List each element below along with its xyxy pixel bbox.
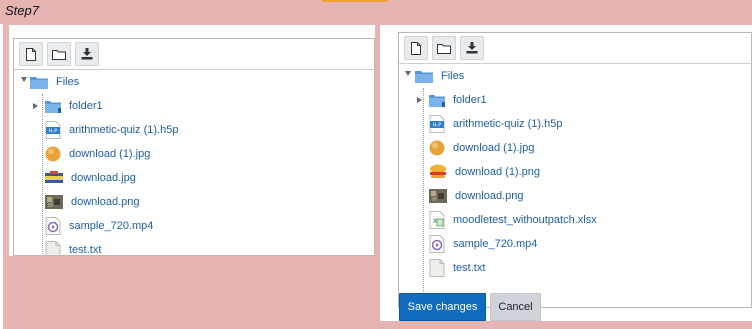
- tree-item-file[interactable]: download.png: [429, 186, 524, 206]
- svg-text:H-P: H-P: [49, 129, 58, 135]
- add-file-icon: [26, 47, 36, 61]
- image-thumbnail-icon: [45, 171, 63, 183]
- collapse-root-toggle[interactable]: [405, 71, 411, 76]
- tree-item-label: folder1: [69, 100, 103, 112]
- file-tree: Files folder1 H-P arithmetic-quiz (1).h5…: [398, 64, 752, 308]
- tree-item-label: test.txt: [453, 262, 486, 274]
- tree-item-label: download.png: [71, 196, 140, 208]
- video-file-icon: [45, 217, 61, 235]
- left-edge-strip: [0, 24, 3, 329]
- folder-open-icon: [415, 71, 433, 83]
- tree-item-file[interactable]: sample_720.mp4: [45, 216, 153, 236]
- tree-item-file[interactable]: download.jpg: [45, 168, 136, 188]
- tree-item-label: test.txt: [69, 244, 102, 256]
- tree-item-file[interactable]: test.txt: [429, 258, 485, 278]
- tree-item-label: download.jpg: [71, 172, 136, 184]
- tree-item-label: download (1).png: [455, 166, 541, 178]
- svg-text:H-P: H-P: [433, 123, 442, 129]
- tree-item-label: moodletest_withoutpatch.xlsx: [453, 214, 597, 226]
- folder-open-icon: [30, 77, 48, 89]
- tree-guide-line: [42, 94, 43, 254]
- tree-root-label: Files: [441, 70, 465, 82]
- tree-item-file[interactable]: download.png: [45, 192, 140, 212]
- download-all-button[interactable]: [75, 42, 99, 66]
- tree-item-folder[interactable]: folder1: [33, 96, 103, 116]
- tree-item-file[interactable]: H-P arithmetic-quiz (1).h5p: [45, 120, 178, 140]
- tree-item-file[interactable]: x moodletest_withoutpatch.xlsx: [429, 210, 597, 230]
- cancel-button[interactable]: Cancel: [490, 293, 541, 321]
- save-changes-button[interactable]: Save changes: [399, 293, 486, 321]
- image-thumbnail-icon: [45, 195, 63, 209]
- burger-image-icon: [430, 164, 446, 178]
- file-manager-toolbar: [398, 32, 752, 64]
- expand-folder-toggle[interactable]: [33, 103, 38, 109]
- tree-root-label: Files: [56, 76, 80, 88]
- file-manager-left: Files folder1 H-P arithmetic-quiz (1).h5…: [9, 25, 375, 256]
- h5p-file-icon: H-P: [45, 121, 61, 139]
- create-folder-button[interactable]: [432, 36, 456, 60]
- create-folder-icon: [52, 49, 66, 60]
- top-accent-bar: [322, 0, 388, 2]
- collapse-root-toggle[interactable]: [21, 77, 27, 82]
- tree-item-label: download.png: [455, 190, 524, 202]
- text-file-icon: [45, 241, 61, 255]
- orange-image-icon: [429, 140, 445, 156]
- tree-root-files[interactable]: Files: [415, 66, 464, 86]
- tree-item-file[interactable]: test.txt: [45, 240, 102, 256]
- h5p-file-icon: H-P: [429, 115, 445, 133]
- text-file-icon: [429, 259, 445, 277]
- tree-item-label: arithmetic-quiz (1).h5p: [69, 124, 179, 136]
- tree-item-file[interactable]: download (1).jpg: [429, 138, 534, 158]
- orange-image-icon: [45, 146, 61, 162]
- file-tree: Files folder1 H-P arithmetic-quiz (1).h5…: [13, 70, 375, 256]
- create-folder-icon: [437, 43, 451, 54]
- add-file-icon: [411, 41, 421, 55]
- add-file-button[interactable]: [19, 42, 43, 66]
- file-manager-right: Files folder1 H-P arithmetic-quiz (1).h5…: [380, 25, 752, 321]
- step-label: Step7: [5, 3, 39, 18]
- folder-icon: [429, 95, 445, 107]
- add-file-button[interactable]: [404, 36, 428, 60]
- spreadsheet-file-icon: x: [429, 211, 445, 229]
- tree-item-label: sample_720.mp4: [69, 220, 154, 232]
- create-folder-button[interactable]: [47, 42, 71, 66]
- image-thumbnail-icon: [429, 189, 447, 203]
- tree-item-folder[interactable]: folder1: [417, 90, 487, 110]
- tree-item-file[interactable]: download (1).jpg: [45, 144, 150, 164]
- file-manager-toolbar: [13, 38, 375, 70]
- tree-item-file[interactable]: sample_720.mp4: [429, 234, 537, 254]
- tree-item-label: arithmetic-quiz (1).h5p: [453, 118, 563, 130]
- tree-guide-line: [423, 88, 424, 300]
- tree-item-file[interactable]: H-P arithmetic-quiz (1).h5p: [429, 114, 562, 134]
- folder-icon: [45, 101, 61, 113]
- tree-item-label: download (1).jpg: [69, 148, 151, 160]
- expand-folder-toggle[interactable]: [417, 97, 422, 103]
- download-all-button[interactable]: [460, 36, 484, 60]
- tree-item-label: folder1: [453, 94, 487, 106]
- tree-item-file[interactable]: download (1).png: [429, 162, 540, 182]
- tree-item-label: download (1).jpg: [453, 142, 535, 154]
- tree-item-label: sample_720.mp4: [453, 238, 538, 250]
- tree-root-files[interactable]: Files: [30, 72, 79, 92]
- download-icon: [81, 48, 93, 60]
- video-file-icon: [429, 235, 445, 253]
- download-icon: [466, 42, 478, 54]
